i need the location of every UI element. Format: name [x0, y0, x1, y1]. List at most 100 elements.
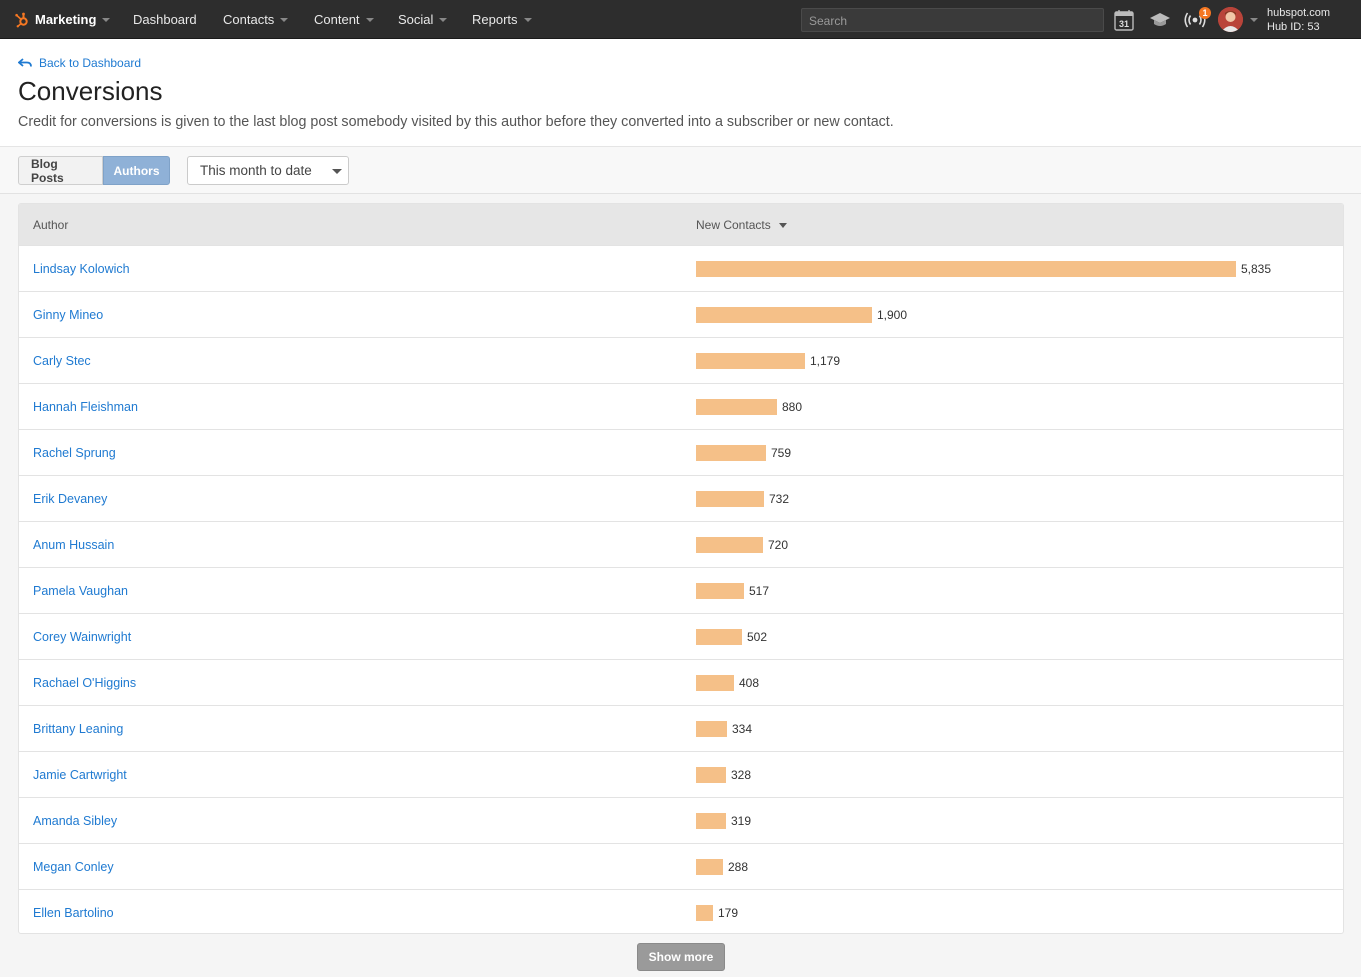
new-contacts-bar	[696, 767, 726, 783]
caret-down-icon	[332, 169, 342, 174]
account-domain: hubspot.com	[1267, 7, 1330, 19]
new-contacts-value: 517	[749, 584, 770, 598]
sort-desc-icon	[778, 222, 787, 228]
table-row: Corey Wainwright 502	[19, 613, 1343, 659]
avatar[interactable]	[1218, 7, 1243, 32]
notification-badge: 1	[1199, 7, 1211, 19]
nav-content-label: Content	[314, 12, 360, 27]
back-link-label: Back to Dashboard	[39, 56, 142, 70]
brand-label: Marketing	[35, 12, 97, 27]
author-link[interactable]: Erik Devaney	[33, 492, 107, 506]
nav-dashboard-label: Dashboard	[133, 12, 197, 27]
author-link[interactable]: Megan Conley	[33, 860, 114, 874]
page-header: Back to Dashboard Conversions Credit for…	[0, 39, 1361, 147]
new-contacts-value: 502	[747, 630, 768, 644]
sprocket-icon	[15, 12, 28, 27]
table-row: Hannah Fleishman 880	[19, 383, 1343, 429]
new-contacts-bar	[696, 675, 734, 691]
new-contacts-bar	[696, 629, 742, 645]
table-row: Erik Devaney 732	[19, 475, 1343, 521]
author-link[interactable]: Carly Stec	[33, 354, 91, 368]
new-contacts-bar	[696, 813, 726, 829]
new-contacts-value: 334	[732, 722, 753, 736]
account-info[interactable]: hubspot.com Hub ID: 53	[1267, 6, 1330, 34]
table-row: Anum Hussain 720	[19, 521, 1343, 567]
authors-table: Author New Contacts Lindsay Kolowich 5,83…	[18, 203, 1344, 934]
column-header-author[interactable]: Author	[33, 218, 68, 232]
date-range-value: This month to date	[200, 163, 312, 178]
chevron-down-icon	[439, 17, 448, 22]
new-contacts-bar	[696, 905, 713, 921]
new-contacts-value: 408	[739, 676, 760, 690]
column-header-new-contacts[interactable]: New Contacts	[696, 218, 787, 232]
nav-content[interactable]: Content	[314, 0, 374, 39]
new-contacts-value: 328	[731, 768, 752, 782]
column-header-new-contacts-label: New Contacts	[696, 218, 771, 232]
back-to-dashboard-link[interactable]: Back to Dashboard	[18, 56, 141, 70]
author-link[interactable]: Lindsay Kolowich	[33, 262, 130, 276]
new-contacts-bar	[696, 537, 763, 553]
new-contacts-bar	[696, 859, 723, 875]
new-contacts-value: 759	[771, 446, 792, 460]
author-link[interactable]: Ginny Mineo	[33, 308, 103, 322]
search-box[interactable]	[801, 8, 1104, 32]
tab-blog-posts[interactable]: Blog Posts	[18, 156, 103, 185]
new-contacts-bar	[696, 399, 777, 415]
hub-id: Hub ID: 53	[1267, 21, 1320, 33]
table-row: Jamie Cartwright 328	[19, 751, 1343, 797]
nav-dashboard[interactable]: Dashboard	[133, 0, 197, 39]
table-row: Pamela Vaughan 517	[19, 567, 1343, 613]
back-arrow-icon	[18, 58, 32, 67]
author-link[interactable]: Rachael O'Higgins	[33, 676, 136, 690]
author-link[interactable]: Rachel Sprung	[33, 446, 116, 460]
calendar-day: 31	[1119, 19, 1129, 29]
show-more-button[interactable]: Show more	[637, 943, 725, 971]
nav-reports[interactable]: Reports	[472, 0, 532, 39]
table-row: Amanda Sibley 319	[19, 797, 1343, 843]
author-link[interactable]: Amanda Sibley	[33, 814, 117, 828]
new-contacts-value: 880	[782, 400, 803, 414]
new-contacts-bar	[696, 491, 764, 507]
table-row: Lindsay Kolowich 5,835	[19, 245, 1343, 291]
author-link[interactable]: Ellen Bartolino	[33, 906, 114, 920]
search-input[interactable]	[809, 14, 1096, 28]
nav-contacts-label: Contacts	[223, 12, 275, 27]
chevron-down-icon	[102, 17, 111, 22]
new-contacts-value: 288	[728, 860, 749, 874]
author-link[interactable]: Brittany Leaning	[33, 722, 123, 736]
new-contacts-value: 5,835	[1241, 262, 1272, 276]
marketing-menu[interactable]: Marketing	[14, 0, 111, 39]
new-contacts-value: 732	[769, 492, 790, 506]
author-link[interactable]: Anum Hussain	[33, 538, 114, 552]
author-link[interactable]: Jamie Cartwright	[33, 768, 127, 782]
new-contacts-bar	[696, 307, 872, 323]
chevron-down-icon[interactable]	[1250, 18, 1258, 22]
new-contacts-bar	[696, 261, 1236, 277]
calendar-icon[interactable]: 31	[1114, 9, 1134, 31]
table-row: Rachael O'Higgins 408	[19, 659, 1343, 705]
new-contacts-value: 720	[768, 538, 789, 552]
author-link[interactable]: Pamela Vaughan	[33, 584, 128, 598]
date-range-select[interactable]: This month to date	[187, 156, 349, 185]
table-header: Author New Contacts	[19, 204, 1343, 245]
academy-cap-icon[interactable]	[1149, 12, 1171, 28]
table-row: Rachel Sprung 759	[19, 429, 1343, 475]
chevron-down-icon	[365, 17, 374, 22]
filter-toolbar: Blog Posts Authors This month to date	[0, 147, 1361, 194]
table-row: Megan Conley 288	[19, 843, 1343, 889]
new-contacts-bar	[696, 445, 766, 461]
tab-authors[interactable]: Authors	[103, 156, 170, 185]
page-title: Conversions	[18, 76, 163, 106]
new-contacts-bar	[696, 583, 744, 599]
nav-social[interactable]: Social	[398, 0, 448, 39]
new-contacts-value: 179	[718, 906, 739, 920]
new-contacts-bar	[696, 353, 805, 369]
new-contacts-value: 1,900	[877, 308, 908, 322]
nav-contacts[interactable]: Contacts	[223, 0, 289, 39]
nav-social-label: Social	[398, 12, 434, 27]
table-row: Carly Stec 1,179	[19, 337, 1343, 383]
author-link[interactable]: Corey Wainwright	[33, 630, 131, 644]
page-description: Credit for conversions is given to the l…	[18, 114, 894, 130]
chevron-down-icon	[280, 17, 289, 22]
author-link[interactable]: Hannah Fleishman	[33, 400, 138, 414]
